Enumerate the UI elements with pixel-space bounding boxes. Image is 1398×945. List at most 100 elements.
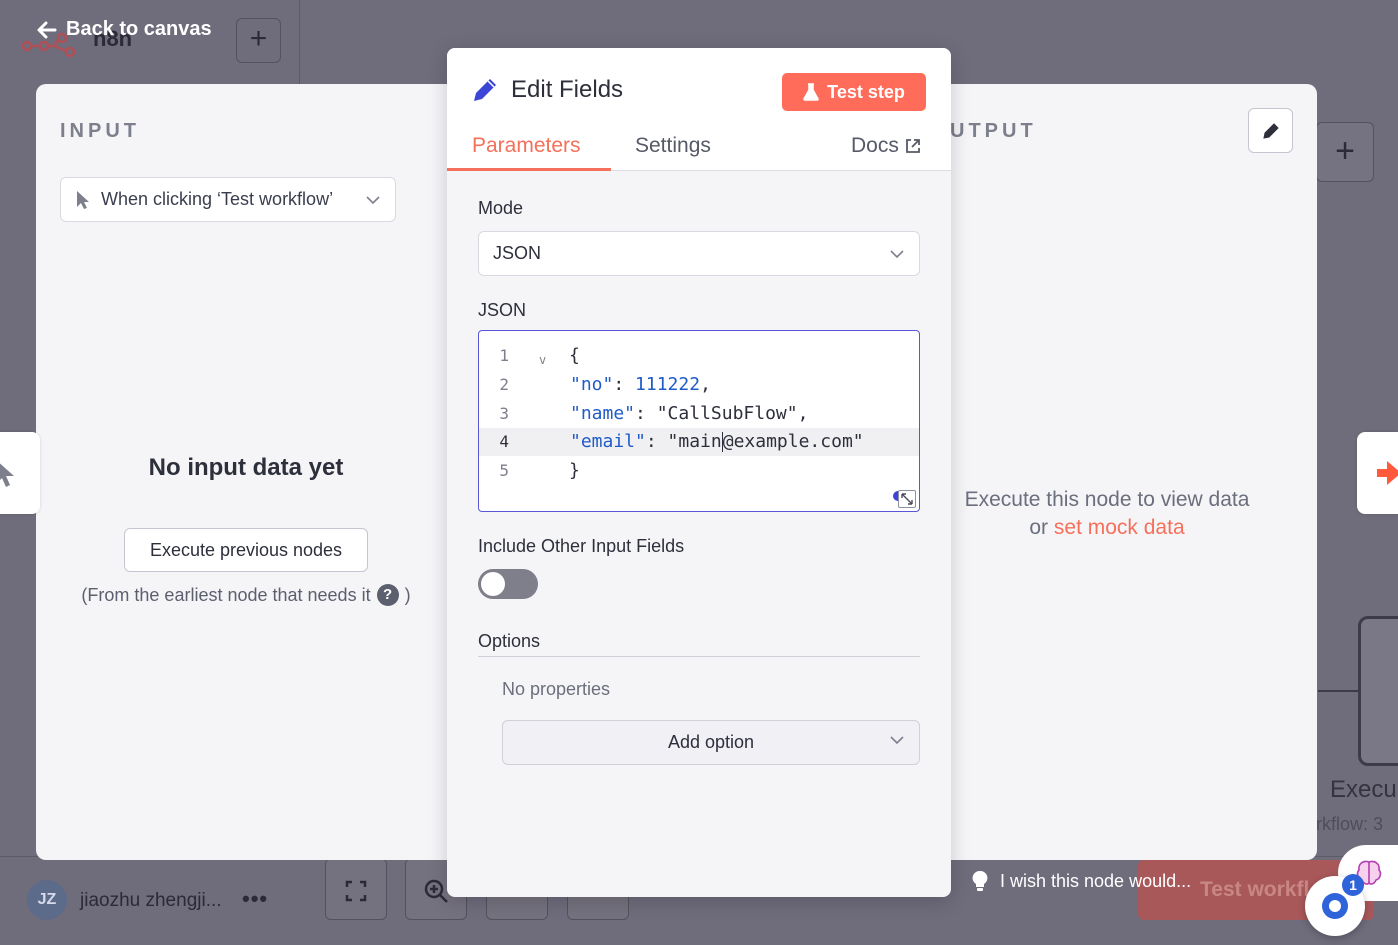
json-editor[interactable]: 1 v { 2 "no": 111222, 3 "name": "CallSub… <box>478 330 920 512</box>
pen-icon <box>474 79 496 101</box>
json-value: @example.com" <box>722 431 864 452</box>
input-panel-title: INPUT <box>60 120 140 142</box>
code-line: 2 "no": 111222, <box>479 371 919 399</box>
fullscreen-icon <box>345 880 367 902</box>
toggle-knob <box>481 572 505 596</box>
docs-link[interactable]: Docs <box>851 134 921 158</box>
mode-select-value: JSON <box>493 243 542 263</box>
json-comma: , <box>700 374 711 395</box>
feedback-label: I wish this node would... <box>1000 870 1192 891</box>
no-input-title: No input data yet <box>148 454 344 481</box>
node-title: Edit Fields <box>471 76 623 104</box>
execute-previous-nodes-button[interactable]: Execute previous nodes <box>124 528 368 572</box>
include-other-fields-label: Include Other Input Fields <box>478 536 685 556</box>
code-text: } <box>569 460 580 481</box>
output-hint-prefix: or <box>1029 516 1049 539</box>
canvas-add-node-button[interactable]: + <box>1316 122 1374 182</box>
tab-underline <box>447 168 611 171</box>
canvas-node[interactable] <box>1358 616 1398 766</box>
back-to-canvas-label: Back to canvas <box>66 18 212 40</box>
arrow-right-icon <box>1377 461 1398 485</box>
json-comma: , <box>797 403 809 424</box>
options-label: Options <box>478 631 541 651</box>
line-number: 1 <box>499 346 509 365</box>
question-icon[interactable]: ? <box>376 584 399 606</box>
mode-select[interactable]: JSON <box>478 231 920 276</box>
code-text: { <box>569 345 580 366</box>
zoom-in-icon <box>424 879 448 904</box>
canvas-node-title: Execu <box>1330 776 1397 803</box>
json-key: "name" <box>570 403 636 424</box>
line-number: 3 <box>499 404 509 423</box>
node-title-text[interactable]: Edit Fields <box>511 76 623 104</box>
json-value: 111222 <box>635 374 701 395</box>
pencil-icon <box>1262 122 1279 139</box>
node-parameters-panel: Edit Fields Test step Parameters Setting… <box>447 48 951 897</box>
add-workflow-button[interactable]: + <box>236 18 281 63</box>
feedback-link[interactable]: I wish this node would... <box>972 870 1191 892</box>
code-text: "no": 111222, <box>570 371 711 399</box>
test-step-label: Test step <box>827 81 905 102</box>
user-name: jiaozhu zhengji... <box>80 890 222 911</box>
execute-hint-close: ) <box>404 584 411 605</box>
code-line: 5 } <box>479 457 919 485</box>
fold-marker[interactable]: v <box>539 346 546 374</box>
tab-settings[interactable]: Settings <box>635 134 711 158</box>
include-other-fields-toggle[interactable] <box>478 569 538 599</box>
output-hint: Execute this node to view data or set mo… <box>950 486 1264 542</box>
output-hint-text: Execute this node to view data <box>964 488 1250 511</box>
arrow-left-icon <box>37 21 57 38</box>
json-value: "CallSubFlow" <box>656 403 798 424</box>
json-separator: : <box>613 374 636 395</box>
lightbulb-icon <box>972 870 988 891</box>
input-edge-handle[interactable] <box>0 432 40 514</box>
mouse-pointer-icon <box>0 463 14 487</box>
options-divider <box>478 656 920 657</box>
chevron-down-icon <box>890 736 904 745</box>
code-text: "email": "main@example.com" <box>570 428 864 456</box>
code-line: 1 v { <box>479 342 919 370</box>
line-number: 4 <box>499 432 509 451</box>
json-value: "main <box>667 431 722 452</box>
expand-editor-button[interactable] <box>898 490 916 508</box>
line-number: 2 <box>499 375 509 394</box>
json-separator: : <box>645 431 668 452</box>
json-key: "email" <box>570 431 646 452</box>
output-panel-title: UTPUT <box>950 120 1037 142</box>
avatar[interactable]: JZ <box>27 880 67 920</box>
chat-bubble-icon <box>1322 893 1348 919</box>
node-header: Edit Fields Test step Parameters Setting… <box>447 48 951 171</box>
header-divider <box>299 0 300 84</box>
external-link-icon <box>905 139 920 153</box>
expand-icon <box>901 493 913 505</box>
mouse-pointer-icon <box>77 190 89 209</box>
edit-output-button[interactable] <box>1248 108 1293 153</box>
execute-hint-text: (From the earliest node that needs it <box>81 584 371 605</box>
add-option-label: Add option <box>667 732 755 752</box>
chevron-down-icon <box>890 249 904 258</box>
back-to-canvas-link[interactable]: Back to canvas <box>36 18 212 41</box>
canvas-connection <box>1318 690 1358 692</box>
code-text: "name": "CallSubFlow", <box>570 400 808 428</box>
chat-unread-badge: 1 <box>1342 874 1364 896</box>
tab-parameters[interactable]: Parameters <box>472 134 581 158</box>
add-option-button[interactable]: Add option <box>502 720 920 765</box>
test-step-button[interactable]: Test step <box>782 73 926 111</box>
canvas-node-subtitle: rkflow: 3 <box>1316 814 1384 834</box>
user-menu-button[interactable]: ••• <box>242 886 268 912</box>
input-node-select-label: When clicking ‘Test workflow’ <box>101 189 334 209</box>
line-number: 5 <box>499 461 509 480</box>
output-edge-handle[interactable] <box>1357 432 1398 514</box>
fit-view-button[interactable] <box>325 858 387 920</box>
set-mock-data-link[interactable]: set mock data <box>1054 516 1185 539</box>
json-separator: : <box>635 403 657 424</box>
json-label: JSON <box>478 300 527 320</box>
output-hint-line2: or set mock data <box>950 514 1264 542</box>
mode-label: Mode <box>478 198 524 218</box>
code-line: 3 "name": "CallSubFlow", <box>479 400 919 428</box>
docs-label: Docs <box>851 134 899 157</box>
chevron-down-icon <box>366 195 380 204</box>
input-node-select[interactable]: When clicking ‘Test workflow’ <box>60 177 396 222</box>
flask-icon <box>803 83 819 101</box>
execute-hint: (From the earliest node that needs it ? … <box>60 584 432 606</box>
